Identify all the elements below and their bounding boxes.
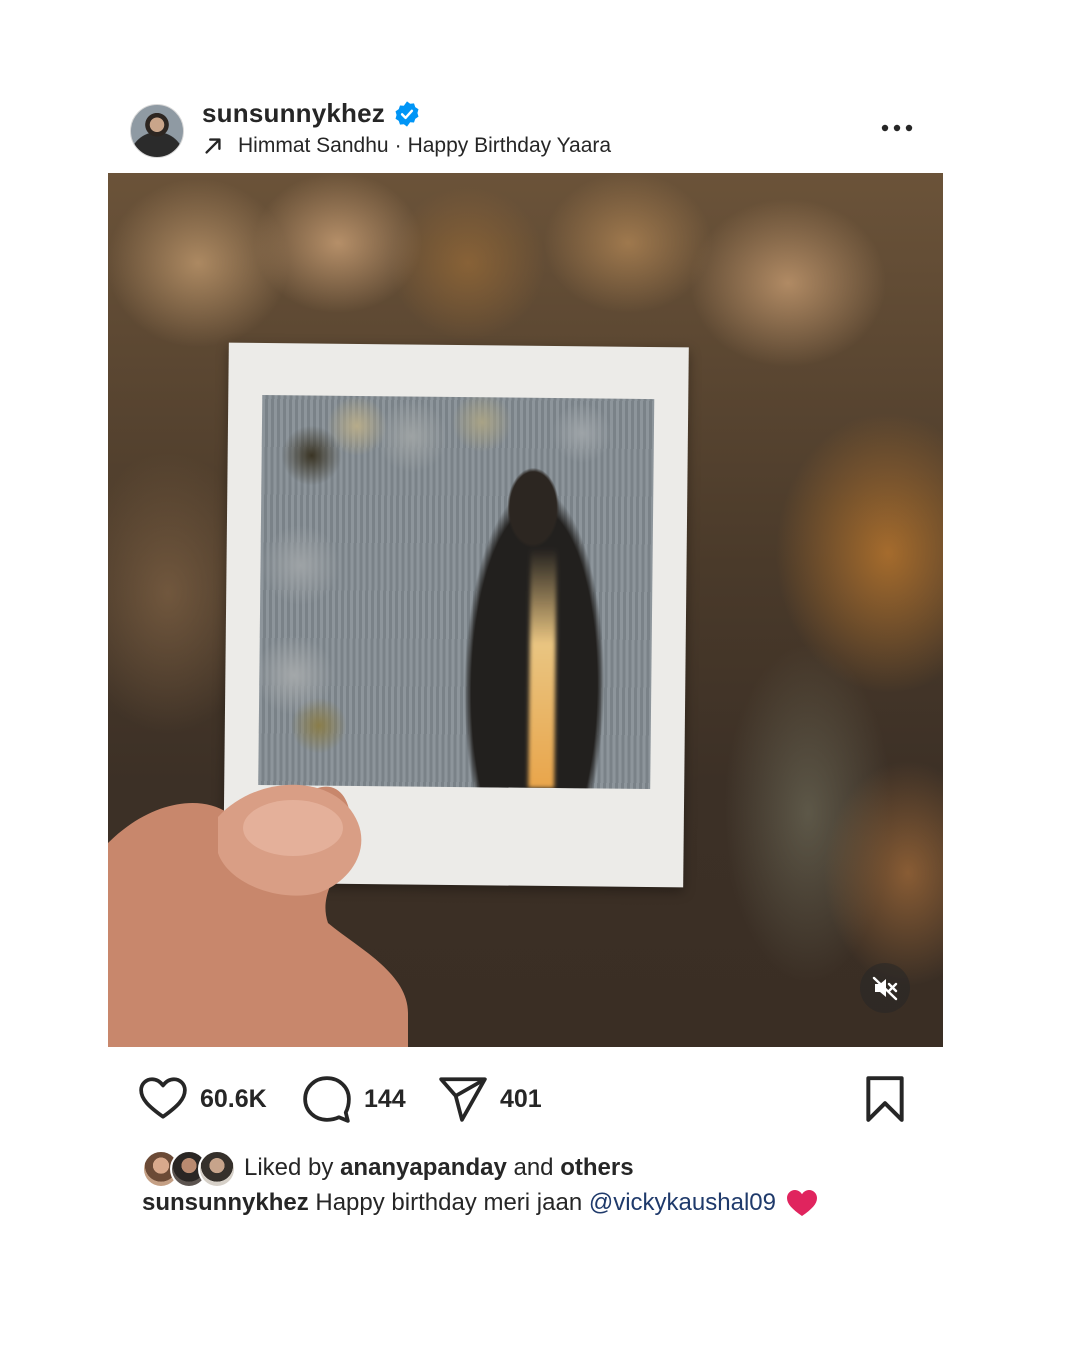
comment-count[interactable]: 144 [364,1085,406,1114]
more-options-icon[interactable] [879,118,915,138]
avatar [198,1150,236,1188]
truncated-text-edge: . . [146,1232,176,1242]
liker-username[interactable]: ananyapanday [340,1154,507,1182]
bookmark-icon[interactable] [860,1074,910,1124]
audio-artist: Himmat Sandhu [238,134,389,157]
audio-track: Happy Birthday Yaara [407,134,612,157]
like-action[interactable]: 60.6K [138,1074,267,1124]
comment-action[interactable]: 144 [302,1074,406,1124]
polaroid-image [258,394,655,790]
username-row: sunsunnykhez [202,98,421,129]
sparkler-glow [528,547,557,789]
verified-badge-icon [395,100,419,127]
post-caption: sunsunnykhez Happy birthday meri jaan @v… [142,1188,818,1218]
muted-speaker-icon [872,976,898,1001]
caption-text: Happy birthday meri jaan [315,1189,583,1216]
author-username[interactable]: sunsunnykhez [202,98,385,129]
caption-mention[interactable]: @vickykaushal09 [589,1189,776,1217]
arrow-up-right-icon [205,138,221,154]
author-avatar[interactable] [130,104,184,158]
post-video[interactable] [108,173,943,1047]
post-header: sunsunnykhez Himmat Sandhu · Happy Birth… [108,96,943,166]
liked-by-prefix: Liked by [244,1154,334,1181]
red-heart-icon [786,1190,817,1216]
like-count[interactable]: 60.6K [200,1085,267,1114]
audio-attribution[interactable]: Himmat Sandhu · Happy Birthday Yaara [202,134,611,158]
holding-hand [108,784,408,1047]
liker-avatars[interactable] [142,1150,236,1188]
send-icon[interactable] [438,1074,488,1124]
share-count[interactable]: 401 [500,1085,542,1114]
mute-toggle-button[interactable] [860,963,910,1013]
comment-icon[interactable] [302,1074,352,1124]
share-action[interactable]: 401 [438,1074,542,1124]
audio-separator: · [394,134,402,157]
liked-by-others[interactable]: others [560,1154,633,1182]
likes-summary[interactable]: Liked by ananyapanday and others [142,1150,634,1188]
caption-author[interactable]: sunsunnykhez [142,1189,309,1217]
liked-by-conjunction: and [513,1154,554,1181]
post-actions: 60.6K 144 401 [138,1074,910,1124]
heart-icon[interactable] [138,1074,188,1124]
